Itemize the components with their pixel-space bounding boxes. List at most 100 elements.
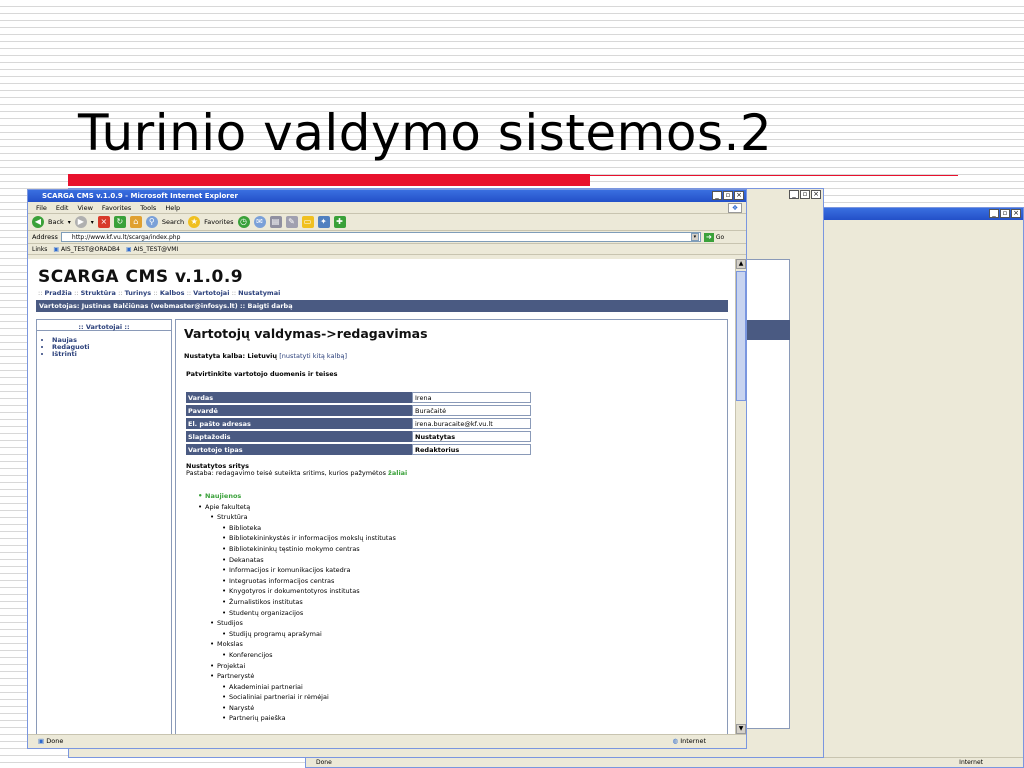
menu-view[interactable]: View: [77, 202, 92, 213]
change-language-link[interactable]: [nustatyti kitą kalbą]: [279, 352, 347, 360]
forward-arrow-icon[interactable]: ▶: [74, 216, 87, 228]
go-label: Go: [715, 233, 725, 241]
scroll-up-icon[interactable]: ▲: [736, 259, 746, 269]
tree-item[interactable]: Naujienos: [198, 491, 396, 502]
field-label: Vardas: [186, 392, 412, 403]
table-row: Slaptažodis Nustatytas: [186, 431, 531, 442]
sidebar: :: Vartotojai :: Naujas Redaguoti Ištrin…: [36, 319, 172, 734]
tree-item[interactable]: Studentų organizacijos: [222, 608, 396, 619]
address-input[interactable]: http://www.kf.vu.lt/scarga/index.php ▾: [60, 232, 701, 242]
back-dropdown-icon[interactable]: ▾: [68, 219, 71, 226]
tree-item[interactable]: Bibliotekininkų tęstinio mokymo centras: [222, 544, 396, 555]
forward-dropdown-icon[interactable]: ▾: [91, 219, 94, 226]
go-button[interactable]: ➜ Go: [703, 232, 725, 242]
folder-icon[interactable]: ▭: [301, 216, 314, 228]
nav-vartotojai[interactable]: Vartotojai: [193, 289, 229, 297]
nav-pradzia[interactable]: Pradžia: [44, 289, 71, 297]
mail-icon[interactable]: ✉: [253, 216, 266, 228]
link-ais-vmi[interactable]: ▣ AIS_TEST@VMI: [126, 246, 178, 253]
go-arrow-icon: ➜: [703, 232, 714, 242]
search-button[interactable]: Search: [162, 218, 184, 226]
tree-item[interactable]: Projektai: [210, 661, 396, 672]
vertical-scrollbar[interactable]: ▲ ▼: [735, 259, 746, 734]
nav-turinys[interactable]: Turinys: [125, 289, 152, 297]
tree-item[interactable]: Dekanatas: [222, 555, 396, 566]
edit-icon[interactable]: ✎: [285, 216, 298, 228]
areas-note-green: žaliai: [388, 469, 408, 477]
back-arrow-icon[interactable]: ◀: [32, 216, 44, 228]
title-rule: [68, 174, 958, 186]
minimize-icon[interactable]: _: [989, 209, 999, 218]
zone-text: Internet: [959, 759, 983, 766]
history-icon[interactable]: ◷: [237, 216, 250, 228]
messenger-icon[interactable]: ✦: [317, 216, 330, 228]
tree-item[interactable]: Akademiniai partneriai: [222, 682, 396, 693]
minimize-icon[interactable]: _: [712, 191, 722, 200]
zone-text: Internet: [680, 737, 706, 745]
refresh-icon[interactable]: ↻: [113, 216, 126, 228]
tree-item[interactable]: Apie fakultetą: [198, 502, 396, 513]
back-button[interactable]: Back: [48, 218, 64, 226]
close-icon[interactable]: ×: [811, 190, 821, 199]
tree-item[interactable]: Integruotas informacijos centras: [222, 576, 396, 587]
cms-title: SCARGA CMS v.1.0.9: [38, 267, 244, 287]
page-icon: ▣: [53, 245, 60, 253]
windows-logo-icon: ❖: [728, 203, 742, 213]
scroll-down-icon[interactable]: ▼: [736, 724, 746, 734]
maximize-icon[interactable]: ▫: [723, 191, 733, 200]
maximize-icon[interactable]: ▫: [800, 190, 810, 199]
address-text: http://www.kf.vu.lt/scarga/index.php: [71, 234, 181, 241]
home-icon[interactable]: ⌂: [129, 216, 142, 228]
close-icon[interactable]: ×: [1011, 209, 1021, 218]
field-value: irena.buracaite@kf.vu.lt: [412, 418, 531, 429]
window-controls: _ ▫ ×: [712, 191, 744, 200]
tree-item[interactable]: Partnerių paieška: [222, 713, 396, 724]
favorites-star-icon[interactable]: ★: [188, 216, 201, 228]
links-bar: Links ▣ AIS_TEST@ORADB4 ▣ AIS_TEST@VMI: [28, 244, 746, 255]
tree-item[interactable]: Bibliotekininkystės ir informacijos moks…: [222, 533, 396, 544]
tree-item[interactable]: Struktūra: [210, 512, 396, 523]
nav-struktura[interactable]: Struktūra: [81, 289, 116, 297]
close-icon[interactable]: ×: [734, 191, 744, 200]
sidebar-item-istrinti[interactable]: Ištrinti: [52, 351, 171, 358]
user-bar[interactable]: Vartotojas: Justinas Balčiūnas (webmaste…: [36, 300, 728, 312]
favorites-button[interactable]: Favorites: [204, 218, 233, 226]
tree-item[interactable]: Socialiniai partneriai ir rėmėjai: [222, 692, 396, 703]
tree-item[interactable]: Studijų programų aprašymai: [222, 629, 396, 640]
address-dropdown-icon[interactable]: ▾: [690, 233, 699, 241]
tree-item[interactable]: Informacijos ir komunikacijos katedra: [222, 565, 396, 576]
search-icon[interactable]: ⚲: [145, 216, 158, 228]
tree-item[interactable]: Narystė: [222, 703, 396, 714]
menu-edit[interactable]: Edit: [56, 202, 69, 213]
tree-item[interactable]: Konferencijos: [222, 650, 396, 661]
minimize-icon[interactable]: _: [789, 190, 799, 199]
menu-tools[interactable]: Tools: [140, 202, 156, 213]
nav-kalbos[interactable]: Kalbos: [160, 289, 185, 297]
tree-item[interactable]: Knygotyros ir dokumentotyros institutas: [222, 586, 396, 597]
field-value: Redaktorius: [412, 444, 531, 455]
areas-tree: NaujienosApie fakultetąStruktūraBibliote…: [198, 491, 396, 724]
tree-item[interactable]: Studijos: [210, 618, 396, 629]
link-ais-oradb4[interactable]: ▣ AIS_TEST@ORADB4: [53, 246, 120, 253]
print-icon[interactable]: ▤: [269, 216, 282, 228]
menu-help[interactable]: Help: [165, 202, 180, 213]
nav-nustatymai[interactable]: Nustatymai: [238, 289, 280, 297]
tree-item[interactable]: Partnerystė: [210, 671, 396, 682]
browser-titlebar[interactable]: SCARGA CMS v.1.0.9 - Microsoft Internet …: [28, 190, 746, 202]
scroll-thumb[interactable]: [736, 271, 746, 401]
people-icon[interactable]: ✚: [333, 216, 346, 228]
menu-file[interactable]: File: [36, 202, 47, 213]
browser-window[interactable]: SCARGA CMS v.1.0.9 - Microsoft Internet …: [27, 189, 747, 749]
tree-item[interactable]: Biblioteka: [222, 523, 396, 534]
sidebar-heading: :: Vartotojai ::: [37, 320, 171, 331]
globe-icon: ◍: [672, 737, 679, 745]
main-panel: Vartotojų valdymas->redagavimas Nustatyt…: [175, 319, 728, 734]
stop-icon[interactable]: ×: [97, 216, 110, 228]
menu-favorites[interactable]: Favorites: [102, 202, 131, 213]
maximize-icon[interactable]: ▫: [1000, 209, 1010, 218]
tree-item[interactable]: Mokslas: [210, 639, 396, 650]
zone-indicator: ◍ Internet: [672, 735, 706, 748]
field-value: Nustatytas: [412, 431, 531, 442]
tree-item[interactable]: Žurnalistikos institutas: [222, 597, 396, 608]
table-row: Pavardė Buračaitė: [186, 405, 531, 416]
